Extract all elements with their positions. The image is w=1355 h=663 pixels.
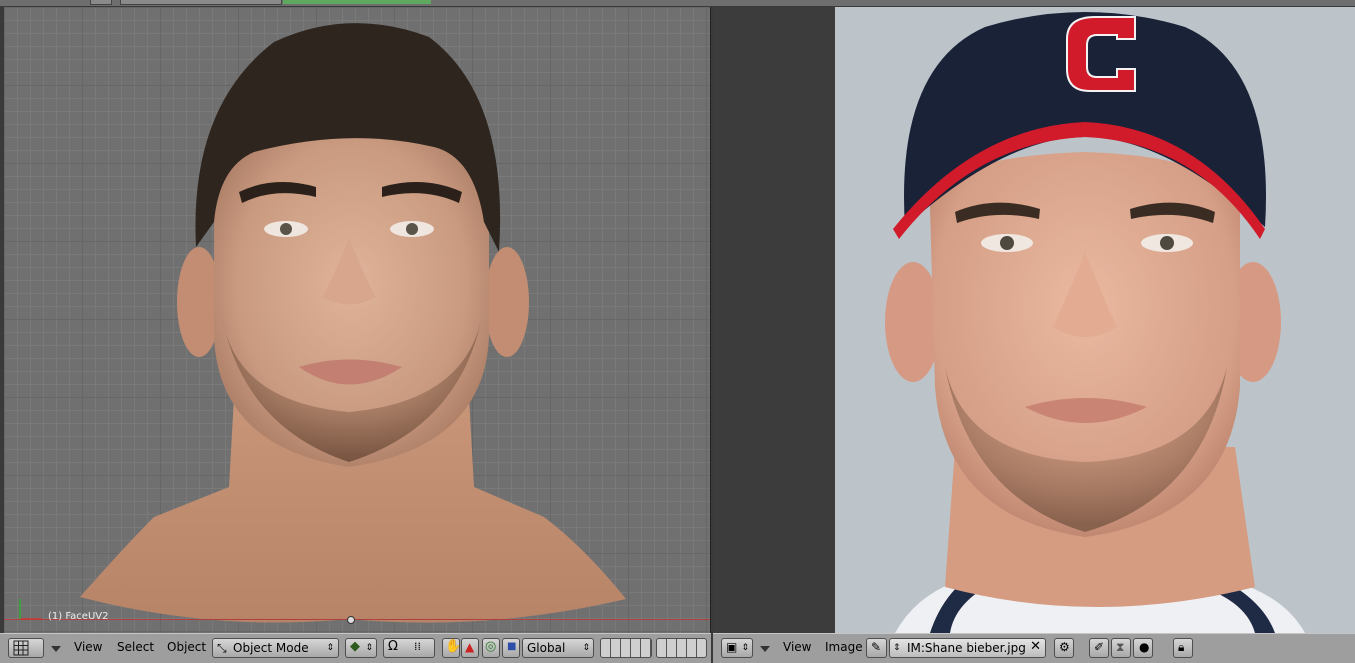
image-name: IM:Shane bieber.jpg: [907, 641, 1026, 655]
image-name-field[interactable]: ⇕ IM:Shane bieber.jpg ✕: [889, 638, 1046, 658]
image-editor-header: ▣ ⇕ View Image ✎ ⇕ IM:Shane bieber.jpg ✕…: [713, 633, 1355, 663]
circle-button[interactable]: ◎: [482, 638, 500, 658]
gear-icon: ⚙: [1059, 640, 1070, 654]
hand-icon: ✋: [445, 639, 462, 654]
square-icon: ■: [507, 641, 517, 652]
mode-icon: ⤡: [217, 641, 227, 655]
top-strip: [0, 0, 1355, 6]
updown-icon: ⇕: [741, 643, 749, 653]
hand-button[interactable]: ✋: [442, 638, 462, 658]
collapse-menu-icon[interactable]: [760, 646, 770, 652]
top-field[interactable]: [120, 0, 282, 5]
paint-button[interactable]: ✐: [1089, 638, 1109, 658]
lock-icon: 🔒︎: [1178, 640, 1185, 654]
mode-select-label: Object Mode: [233, 641, 309, 655]
progress-bar: [283, 0, 431, 4]
editor-type-button[interactable]: ▣ ⇕: [721, 638, 753, 658]
menu-view[interactable]: View: [74, 638, 102, 658]
menu-object[interactable]: Object: [167, 638, 206, 658]
updown-icon: ⇕: [582, 643, 590, 653]
view-button[interactable]: ⧗: [1111, 638, 1131, 658]
triangle-icon: ▲: [465, 640, 475, 654]
top-button[interactable]: [90, 0, 112, 5]
object-label: (1) FaceUV2: [48, 611, 109, 622]
orientation-select[interactable]: Global ⇕: [522, 638, 594, 658]
3d-view-header: View Select Object ⤡ Object Mode ⇕ ◆ ⇕ Ω…: [0, 633, 711, 663]
dot-icon: ●: [1139, 640, 1150, 654]
square-button[interactable]: ■: [502, 638, 520, 658]
settings-button[interactable]: ⚙: [1054, 638, 1074, 658]
updown-icon: ⇕: [326, 643, 334, 653]
snap-icon: Ω: [388, 639, 398, 654]
head-mesh: [80, 23, 626, 623]
circle-icon: ◎: [485, 639, 497, 654]
layers-row-1[interactable]: [600, 638, 652, 658]
menu-select[interactable]: Select: [117, 638, 154, 658]
menu-view[interactable]: View: [783, 638, 811, 658]
pin-button[interactable]: ✎: [866, 638, 887, 658]
image-editor[interactable]: C: [713, 7, 1355, 633]
axis-gizmo-icon: [19, 599, 42, 620]
updown-icon: ⇕: [365, 643, 373, 653]
grid-icon: [13, 640, 29, 656]
record-button[interactable]: ●: [1133, 638, 1153, 658]
updown-icon: ⇕: [893, 643, 901, 653]
reference-photo: C: [835, 7, 1355, 633]
player-photo: [885, 12, 1305, 633]
mode-select[interactable]: ⤡ Object Mode ⇕: [212, 638, 339, 658]
close-icon[interactable]: ✕: [1030, 638, 1041, 656]
editor-type-button[interactable]: [8, 638, 44, 658]
hourglass-icon: ⧗: [1116, 640, 1125, 654]
orientation-label: Global: [527, 641, 566, 655]
brush-icon: ✐: [1094, 640, 1105, 654]
menu-image[interactable]: Image: [825, 638, 863, 658]
ground-line: [4, 619, 710, 620]
object-origin[interactable]: [347, 616, 355, 624]
shading-button[interactable]: ◆ ⇕: [345, 638, 377, 658]
pin-icon: ✎: [871, 640, 882, 654]
layers-row-2[interactable]: [656, 638, 707, 658]
shading-icon: ◆: [350, 639, 360, 654]
snap-button[interactable]: Ω ⁞⁞: [383, 638, 435, 658]
snap-dots-icon: ⁞⁞: [414, 640, 421, 653]
3d-viewport[interactable]: (1) FaceUV2: [4, 7, 711, 633]
image-icon: ▣: [726, 640, 738, 654]
triangle-button[interactable]: ▲: [461, 638, 479, 658]
collapse-menu-icon[interactable]: [51, 646, 61, 652]
lock-button[interactable]: 🔒︎: [1173, 638, 1193, 658]
